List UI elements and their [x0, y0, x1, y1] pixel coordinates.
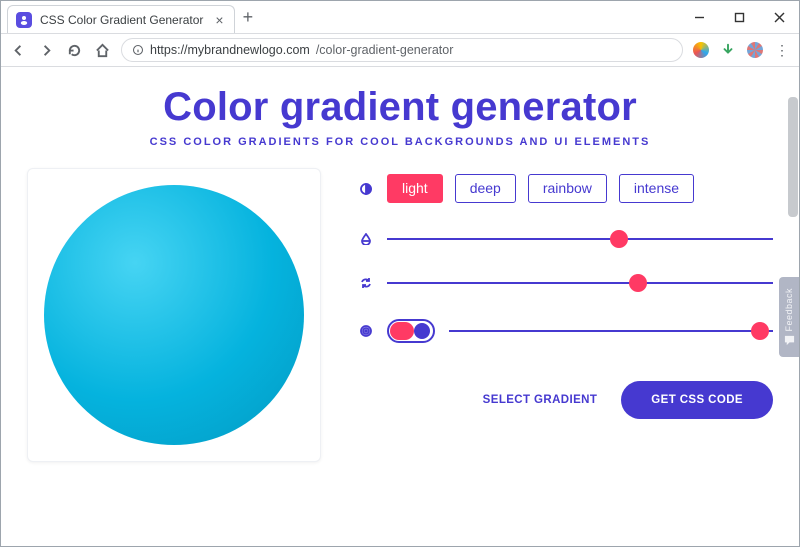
browser-menu-button[interactable]: ⋮ — [775, 42, 791, 59]
address-bar[interactable]: https://mybrandnewlogo.com/color-gradien… — [121, 38, 683, 62]
browser-toolbar: https://mybrandnewlogo.com/color-gradien… — [1, 33, 799, 67]
forward-button[interactable] — [37, 41, 55, 59]
favicon-icon — [16, 12, 32, 28]
spread-slider[interactable] — [449, 323, 773, 339]
back-button[interactable] — [9, 41, 27, 59]
gradient-preview — [44, 185, 304, 445]
window-close-button[interactable] — [759, 1, 799, 33]
page-subtitle: CSS color gradients for cool backgrounds… — [21, 136, 779, 148]
home-button[interactable] — [93, 41, 111, 59]
get-css-code-button[interactable]: GET CSS CODE — [621, 381, 773, 419]
close-tab-icon[interactable]: × — [215, 12, 223, 28]
hero: Color gradient generator CSS color gradi… — [1, 67, 799, 152]
gradient-preview-card — [27, 168, 321, 462]
browser-window: CSS Color Gradient Generator × + https:/… — [0, 0, 800, 547]
controls-panel: light deep rainbow intense — [359, 168, 773, 462]
extension-icon-2[interactable] — [721, 43, 735, 57]
scrollbar[interactable] — [788, 97, 798, 217]
mode-intense[interactable]: intense — [619, 174, 694, 203]
browser-tab[interactable]: CSS Color Gradient Generator × — [7, 5, 235, 33]
radial-icon — [359, 325, 373, 337]
window-maximize-button[interactable] — [719, 1, 759, 33]
mode-light[interactable]: light — [387, 174, 443, 203]
mode-selector: light deep rainbow intense — [387, 174, 694, 203]
rotate-slider[interactable] — [387, 275, 773, 291]
address-url-path: /color-gradient-generator — [316, 43, 454, 57]
feedback-label: Feedback — [784, 288, 794, 332]
address-url-host: https://mybrandnewlogo.com — [150, 43, 310, 57]
site-info-icon — [132, 44, 144, 56]
feedback-tab[interactable]: Feedback — [779, 277, 799, 357]
new-tab-button[interactable]: + — [243, 7, 254, 28]
hue-slider[interactable] — [387, 231, 773, 247]
rotate-icon — [359, 277, 373, 289]
hue-slider-thumb[interactable] — [610, 230, 628, 248]
select-gradient-button[interactable]: SELECT GRADIENT — [483, 394, 598, 406]
window-minimize-button[interactable] — [679, 1, 719, 33]
extension-icon-1[interactable] — [693, 42, 709, 58]
extensions: ⋮ — [693, 42, 791, 59]
gradient-type-toggle[interactable] — [387, 319, 435, 343]
page-content: Color gradient generator CSS color gradi… — [1, 67, 799, 546]
reload-button[interactable] — [65, 41, 83, 59]
extension-icon-3[interactable] — [747, 42, 763, 58]
spread-slider-thumb[interactable] — [751, 322, 769, 340]
mode-rainbow[interactable]: rainbow — [528, 174, 607, 203]
actions-row: SELECT GRADIENT GET CSS CODE — [359, 381, 773, 419]
titlebar: CSS Color Gradient Generator × + — [1, 1, 799, 33]
page-title: Color gradient generator — [21, 85, 779, 130]
mode-deep[interactable]: deep — [455, 174, 516, 203]
tab-title: CSS Color Gradient Generator — [40, 13, 203, 27]
rotate-slider-thumb[interactable] — [629, 274, 647, 292]
contrast-icon — [359, 183, 373, 195]
drop-icon — [359, 233, 373, 245]
speech-icon — [784, 335, 795, 346]
